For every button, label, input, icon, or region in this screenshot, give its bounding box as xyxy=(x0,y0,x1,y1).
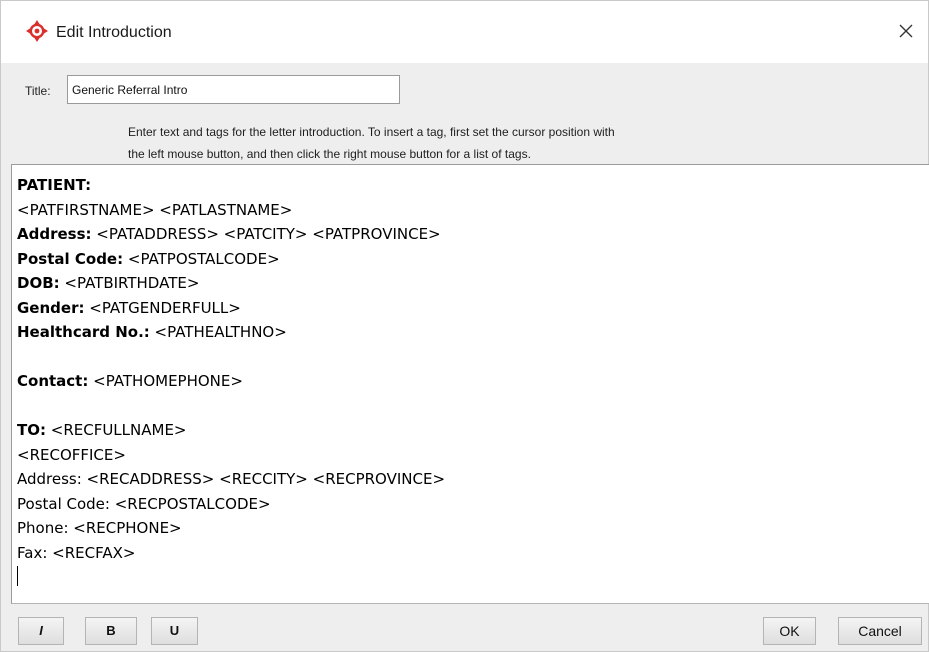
bold-button[interactable]: B xyxy=(85,617,137,645)
editor-line-text: <PATPOSTALCODE> xyxy=(123,249,280,268)
italic-button[interactable]: I xyxy=(18,617,64,645)
editor-line: Healthcard No.: <PATHEALTHNO> xyxy=(17,320,929,345)
editor-line: TO: <RECFULLNAME> xyxy=(17,418,929,443)
editor-line-text: Fax: <RECFAX> xyxy=(17,543,136,562)
editor-line-label: Address: xyxy=(17,225,92,243)
title-field[interactable] xyxy=(67,75,400,104)
editor-line-text: Phone: <RECPHONE> xyxy=(17,519,182,537)
close-button[interactable] xyxy=(884,11,928,53)
editor-line-text: <PATHEALTHNO> xyxy=(149,323,287,341)
instructions-line: the left mouse button, and then click th… xyxy=(128,147,531,161)
editor-line-text: Address: <RECADDRESS> <RECCITY> <RECPROV… xyxy=(17,470,446,488)
editor-line: Postal Code: <PATPOSTALCODE> xyxy=(17,247,929,272)
instructions-text: Enter text and tags for the letter intro… xyxy=(128,121,848,165)
editor-line-label: TO: xyxy=(17,421,46,439)
ok-button[interactable]: OK xyxy=(763,617,816,645)
window-title: Edit Introduction xyxy=(56,24,172,41)
edit-introduction-dialog: Edit Introduction Title: Enter text and … xyxy=(0,0,929,652)
editor-line: <PATFIRSTNAME> <PATLASTNAME> xyxy=(17,198,929,223)
editor-line: PATIENT: xyxy=(17,173,929,198)
editor-line-text: <PATADDRESS> <PATCITY> <PATPROVINCE> xyxy=(91,225,441,243)
editor-line: Address: <RECADDRESS> <RECCITY> <RECPROV… xyxy=(17,467,929,492)
editor-line xyxy=(17,565,929,590)
underline-button[interactable]: U xyxy=(151,617,198,645)
editor-line-label: PATIENT: xyxy=(17,176,92,194)
editor-line-text: <RECFULLNAME> xyxy=(45,421,187,439)
title-bar[interactable]: Edit Introduction xyxy=(1,1,928,63)
target-icon xyxy=(26,20,48,42)
editor-line-label: Postal Code: xyxy=(17,249,124,268)
editor-line: Address: <PATADDRESS> <PATCITY> <PATPROV… xyxy=(17,222,929,247)
editor-line-label: Contact: xyxy=(17,372,89,390)
instructions-line: Enter text and tags for the letter intro… xyxy=(128,125,615,139)
introduction-text-editor[interactable]: PATIENT: <PATFIRSTNAME> <PATLASTNAME> Addr… xyxy=(11,164,929,604)
editor-line-text: Postal Code: <RECPOSTALCODE> xyxy=(17,494,271,513)
text-cursor xyxy=(17,566,18,586)
editor-line: Phone: <RECPHONE> xyxy=(17,516,929,541)
editor-line-text: <PATHOMEPHONE> xyxy=(88,372,243,390)
cancel-button[interactable]: Cancel xyxy=(838,617,922,645)
editor-line-label: Healthcard No.: xyxy=(17,323,150,341)
close-icon xyxy=(899,24,913,38)
editor-line-text: <PATGENDERFULL> xyxy=(84,298,241,317)
editor-line-text: <PATBIRTHDATE> xyxy=(59,274,200,292)
editor-line-label: Gender: xyxy=(17,298,85,317)
editor-line: Contact: <PATHOMEPHONE> xyxy=(17,369,929,394)
editor-line: Gender: <PATGENDERFULL> xyxy=(17,296,929,321)
editor-line: DOB: <PATBIRTHDATE> xyxy=(17,271,929,296)
title-field-label: Title: xyxy=(25,84,51,98)
editor-line: Postal Code: <RECPOSTALCODE> xyxy=(17,492,929,517)
editor-line: <RECOFFICE> xyxy=(17,443,929,468)
editor-line-text: <PATFIRSTNAME> <PATLASTNAME> xyxy=(17,200,293,219)
editor-line-text: <RECOFFICE> xyxy=(17,445,126,464)
editor-line: Fax: <RECFAX> xyxy=(17,541,929,566)
editor-line-label: DOB: xyxy=(17,274,60,292)
